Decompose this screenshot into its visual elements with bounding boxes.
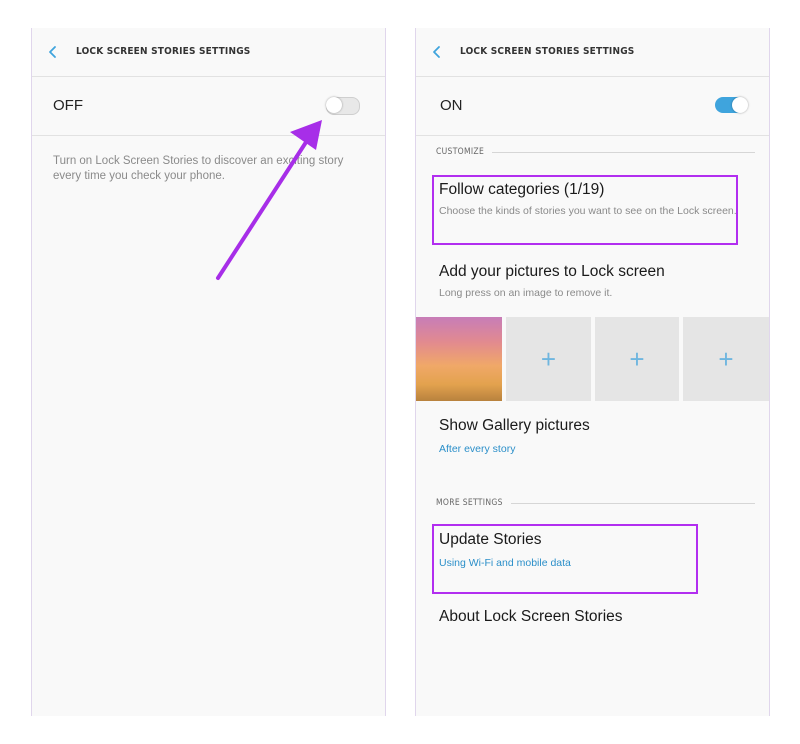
plus-icon: + — [540, 344, 557, 374]
show-gallery-subtitle: After every story — [439, 443, 516, 455]
more-settings-section-header: MORE SETTINGS — [436, 496, 755, 510]
section-divider — [510, 502, 755, 504]
master-switch-row[interactable]: ON — [416, 77, 769, 136]
switch-label: ON — [440, 97, 463, 114]
comparison-page: LOCK SCREEN STORIES SETTINGS OFF Turn on… — [0, 0, 800, 744]
add-picture-slot[interactable]: + — [595, 317, 679, 401]
highlight-box — [432, 524, 698, 594]
lock-screen-picture-thumbnail[interactable] — [416, 317, 502, 401]
back-chevron-icon[interactable] — [430, 45, 444, 59]
add-picture-slot[interactable]: + — [506, 317, 591, 401]
show-gallery-title: Show Gallery pictures — [439, 417, 590, 434]
top-app-bar: LOCK SCREEN STORIES SETTINGS — [416, 28, 769, 77]
section-label: CUSTOMIZE — [436, 147, 485, 157]
left-settings-screen: LOCK SCREEN STORIES SETTINGS OFF Turn on… — [31, 28, 386, 716]
about-title: About Lock Screen Stories — [439, 608, 623, 625]
plus-icon: + — [718, 344, 734, 374]
section-divider — [492, 151, 755, 153]
right-settings-screen: LOCK SCREEN STORIES SETTINGS ON CUSTOMIZ… — [415, 28, 770, 716]
toggle-knob — [732, 97, 748, 113]
pointer-arrow-icon — [216, 120, 322, 280]
customize-section-header: CUSTOMIZE — [436, 145, 755, 159]
add-pictures-title: Add your pictures to Lock screen — [439, 263, 665, 280]
lock-screen-stories-toggle[interactable] — [715, 97, 748, 113]
add-picture-slot[interactable]: + — [683, 317, 769, 401]
page-title: LOCK SCREEN STORIES SETTINGS — [460, 46, 635, 57]
add-pictures-subtitle: Long press on an image to remove it. — [439, 287, 613, 299]
plus-icon: + — [629, 344, 645, 374]
highlight-box — [432, 175, 738, 245]
section-label: MORE SETTINGS — [436, 498, 503, 508]
